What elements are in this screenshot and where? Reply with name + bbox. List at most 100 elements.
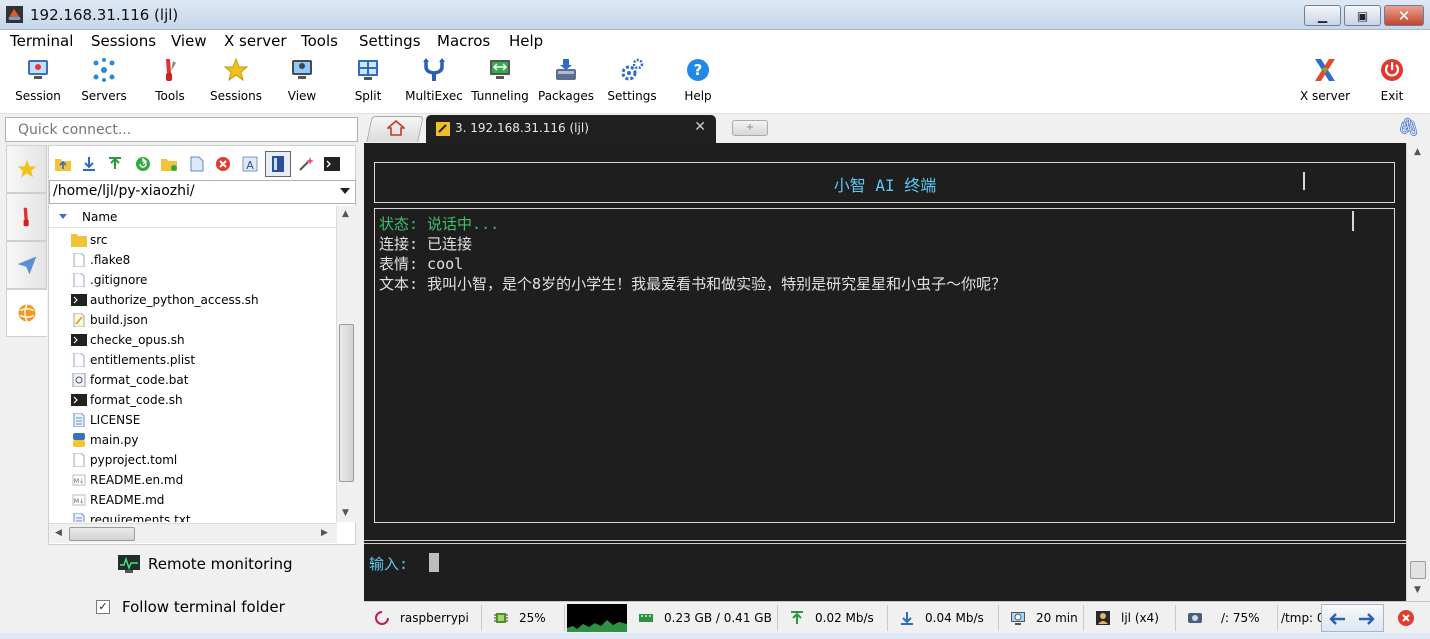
file-row[interactable]: format_code.bat (71, 370, 337, 390)
new-tab-button[interactable]: + (732, 120, 768, 136)
horizontal-scrollbar-thumb[interactable] (69, 527, 135, 541)
message-text-line: 文本: 我叫小智，是个8岁的小学生！我最爱看书和做实验，特别是研究星星和小虫子～… (379, 275, 1007, 293)
menu-terminal[interactable]: Terminal (10, 32, 73, 50)
file-row[interactable]: checke_opus.sh (71, 330, 337, 350)
file-row[interactable]: build.json (71, 310, 337, 330)
close-window-button[interactable]: ✕ (1384, 5, 1424, 26)
file-name: LICENSE (90, 413, 141, 427)
file-row[interactable]: M↓ README.en.md (71, 470, 337, 490)
menu-settings[interactable]: Settings (359, 32, 421, 50)
sidebar-tab-macros[interactable] (6, 241, 47, 289)
file-row[interactable]: .flake8 (71, 250, 337, 270)
hard-disk-icon (1188, 613, 1202, 623)
scroll-up-icon[interactable]: ▲ (342, 209, 349, 219)
status-cpu[interactable]: 25% (483, 605, 565, 631)
sidebar-tab-sftp[interactable] (6, 289, 47, 337)
status-disk-root[interactable]: /: 75% (1177, 605, 1278, 631)
servers-button[interactable]: Servers (69, 57, 139, 103)
menu-help[interactable]: Help (509, 32, 543, 50)
terminal-scrollbar-thumb[interactable] (1410, 561, 1426, 579)
exit-button[interactable]: Exit (1357, 57, 1427, 103)
svg-text:M↓: M↓ (74, 478, 84, 485)
status-scroll-arrows[interactable] (1321, 604, 1384, 632)
file-row[interactable]: main.py (71, 430, 337, 450)
file-name: format_code.sh (90, 393, 183, 407)
window-bottom-border (0, 633, 1430, 639)
multiexec-button[interactable]: MultiExec (399, 57, 469, 103)
arrow-right-icon[interactable] (1358, 612, 1376, 626)
minimize-button[interactable]: ▁ (1304, 5, 1341, 26)
menu-x-server[interactable]: X server (224, 32, 287, 50)
status-close-button[interactable] (1385, 605, 1427, 631)
quick-connect-input[interactable] (5, 117, 358, 142)
file-name: authorize_python_access.sh (90, 293, 259, 307)
status-users[interactable]: ljl (x4) (1085, 605, 1176, 631)
sessions-button[interactable]: Sessions (201, 57, 271, 103)
packages-box-icon (556, 59, 576, 80)
view-button[interactable]: View (267, 57, 337, 103)
power-icon (1381, 59, 1403, 81)
tools-button[interactable]: Tools (135, 57, 205, 103)
checkbox-checked-icon[interactable]: ✓ (96, 600, 110, 614)
file-row[interactable]: src (71, 230, 337, 250)
split-screen-icon (358, 60, 378, 80)
terminal-view[interactable]: 小智 AI 终端 状态: 说话中... 连接: 已连接 表情: cool 文本:… (364, 143, 1406, 601)
scroll-left-icon[interactable]: ◀ (55, 528, 62, 538)
status-memory[interactable]: 0.23 GB / 0.41 GB (628, 605, 778, 631)
scroll-down-icon[interactable]: ▼ (342, 508, 349, 518)
file-row[interactable]: requirements.txt (71, 510, 337, 522)
menu-tools[interactable]: Tools (301, 32, 338, 50)
markdown-file-icon: M↓ (71, 473, 87, 487)
input-cursor[interactable] (429, 553, 439, 572)
file-row[interactable]: LICENSE (71, 410, 337, 430)
follow-terminal-folder-checkbox[interactable]: ✓ Follow terminal folder (96, 597, 336, 619)
file-row[interactable]: authorize_python_access.sh (71, 290, 337, 310)
split-button[interactable]: Split (333, 57, 403, 103)
status-disk-tmp[interactable]: /tmp: 0% (1279, 605, 1321, 631)
session-button[interactable]: Session (3, 57, 73, 103)
menu-macros[interactable]: Macros (437, 32, 490, 50)
file-row[interactable]: M↓ README.md (71, 490, 337, 510)
arrow-left-icon[interactable] (1328, 612, 1346, 626)
file-row[interactable]: entitlements.plist (71, 350, 337, 370)
scroll-down-icon[interactable]: ▼ (1414, 585, 1421, 595)
main-toolbar: Session Servers Tools Sessions View Spli… (0, 53, 1430, 114)
status-host[interactable]: raspberrypi (364, 605, 482, 631)
file-row[interactable]: .gitignore (71, 270, 337, 290)
maximize-button[interactable]: ▣ (1344, 5, 1381, 26)
multiexec-fork-icon (423, 58, 445, 81)
menu-view[interactable]: View (171, 32, 207, 50)
terminal-scrollbar[interactable]: ▲ ▼ (1406, 143, 1430, 601)
status-uptime[interactable]: 20 min (1000, 605, 1084, 631)
tunneling-monitor-icon (490, 60, 510, 79)
menu-sessions[interactable]: Sessions (91, 32, 156, 50)
memory-ram-icon (639, 614, 653, 622)
file-icon (71, 272, 87, 288)
file-list-horizontal-scrollbar[interactable]: ◀ ▶ (49, 523, 337, 543)
tab-close-icon[interactable]: ✕ (694, 119, 706, 135)
sidebar-tab-sessions[interactable] (6, 145, 47, 193)
json-file-icon (71, 312, 87, 328)
file-row[interactable]: pyproject.toml (71, 450, 337, 470)
file-list-vertical-scrollbar[interactable]: ▲ ▼ (336, 206, 356, 522)
chevron-down-icon[interactable] (340, 188, 350, 194)
status-download[interactable]: 0.04 Mb/s (889, 605, 999, 631)
scroll-up-icon[interactable]: ▲ (1414, 147, 1421, 157)
help-button[interactable]: ? Help (663, 57, 733, 103)
status-upload[interactable]: 0.02 Mb/s (779, 605, 888, 631)
tunneling-button[interactable]: Tunneling (465, 57, 535, 103)
attachment-icon[interactable]: 🖇 (1397, 117, 1420, 138)
packages-button[interactable]: Packages (531, 57, 601, 103)
scroll-right-icon[interactable]: ▶ (321, 528, 328, 538)
sidebar-tab-tools[interactable] (6, 193, 47, 241)
file-name: README.md (90, 493, 165, 507)
settings-button[interactable]: Settings (597, 57, 667, 103)
x-server-button[interactable]: X server (1290, 57, 1360, 103)
file-row[interactable]: format_code.sh (71, 390, 337, 410)
mobaxterm-app-icon[interactable] (6, 6, 23, 23)
session-tab-active[interactable]: 3. 192.168.31.116 (ljl) ✕ (426, 115, 716, 143)
session-monitor-icon (28, 60, 48, 79)
close-icon: ✕ (1397, 6, 1411, 25)
scrollbar-thumb[interactable] (339, 324, 354, 482)
remote-monitoring-button[interactable]: Remote monitoring (118, 553, 308, 577)
